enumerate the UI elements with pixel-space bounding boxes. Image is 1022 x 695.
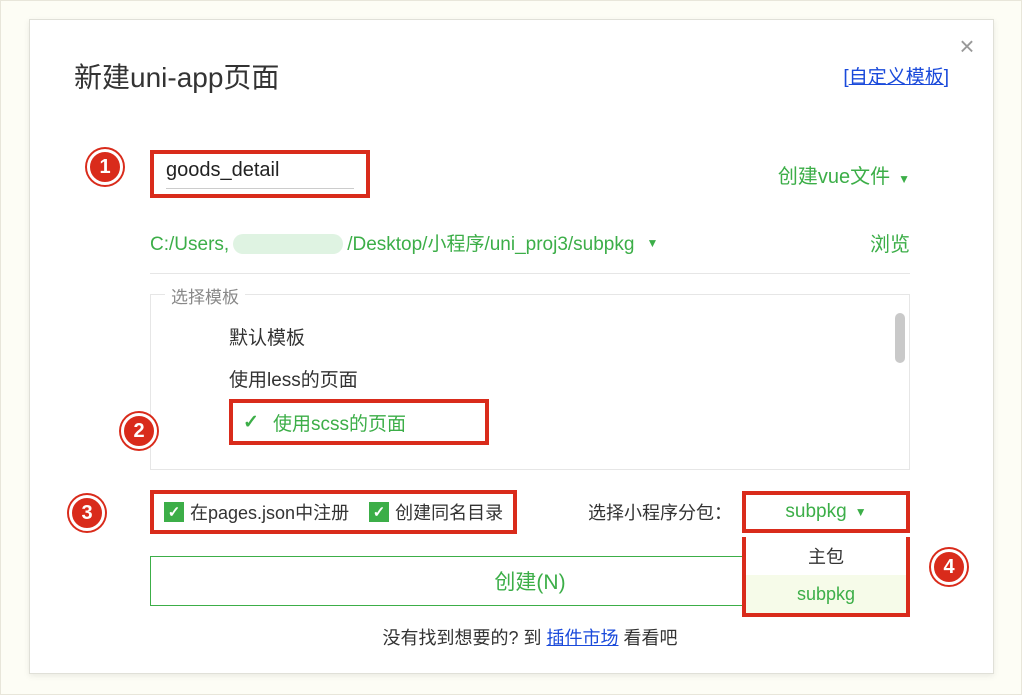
chevron-down-icon: ▼ <box>898 172 910 186</box>
checkbox-group: ✓ 在pages.json中注册 ✓ 创建同名目录 <box>150 490 517 534</box>
annotation-badge-1: 1 <box>87 149 123 185</box>
close-icon[interactable]: × <box>955 34 979 58</box>
redacted-segment <box>233 234 343 254</box>
checkbox-checked-icon: ✓ <box>369 502 389 522</box>
template-item[interactable]: 默认模板 <box>181 315 909 357</box>
footer-hint: 没有找到想要的? 到 插件市场 看看吧 <box>150 624 910 650</box>
template-fieldset: 选择模板 默认模板 使用less的页面 ✓ 使用scss的页面 <box>150 294 910 470</box>
file-type-dropdown[interactable]: 创建vue文件▼ <box>778 160 910 189</box>
subpackage-dropdown[interactable]: subpkg▼ 主包 subpkg <box>742 491 910 533</box>
annotation-badge-3: 3 <box>69 495 105 531</box>
checkbox-register-pages[interactable]: ✓ 在pages.json中注册 <box>164 499 349 525</box>
path-display[interactable]: C:/Users,/Desktop/小程序/uni_proj3/subpkg <box>150 229 634 256</box>
subpackage-label: 选择小程序分包： <box>588 499 732 525</box>
subpackage-option[interactable]: subpkg <box>746 575 906 613</box>
annotation-badge-4: 4 <box>931 549 967 585</box>
checkbox-create-dir[interactable]: ✓ 创建同名目录 <box>369 499 503 525</box>
template-item[interactable]: 使用less的页面 <box>181 357 909 399</box>
subpackage-popup: 主包 subpkg <box>742 537 910 617</box>
custom-template-link[interactable]: [自定义模板] <box>843 62 949 89</box>
chevron-down-icon[interactable]: ▼ <box>646 236 658 250</box>
annotation-badge-2: 2 <box>121 413 157 449</box>
subpackage-option[interactable]: 主包 <box>746 537 906 575</box>
template-legend: 选择模板 <box>165 283 245 308</box>
check-icon: ✓ <box>243 411 265 434</box>
checkbox-checked-icon: ✓ <box>164 502 184 522</box>
page-name-input[interactable]: goods_detail <box>150 150 370 198</box>
chevron-down-icon: ▼ <box>855 505 867 519</box>
dialog-title: 新建uni-app页面 <box>74 56 279 96</box>
plugin-market-link[interactable]: 插件市场 <box>547 628 619 648</box>
browse-button[interactable]: 浏览 <box>870 228 910 257</box>
template-item-selected[interactable]: ✓ 使用scss的页面 <box>229 399 489 445</box>
new-page-dialog: × 新建uni-app页面 [自定义模板] goods_detail 创建vue… <box>29 19 994 674</box>
